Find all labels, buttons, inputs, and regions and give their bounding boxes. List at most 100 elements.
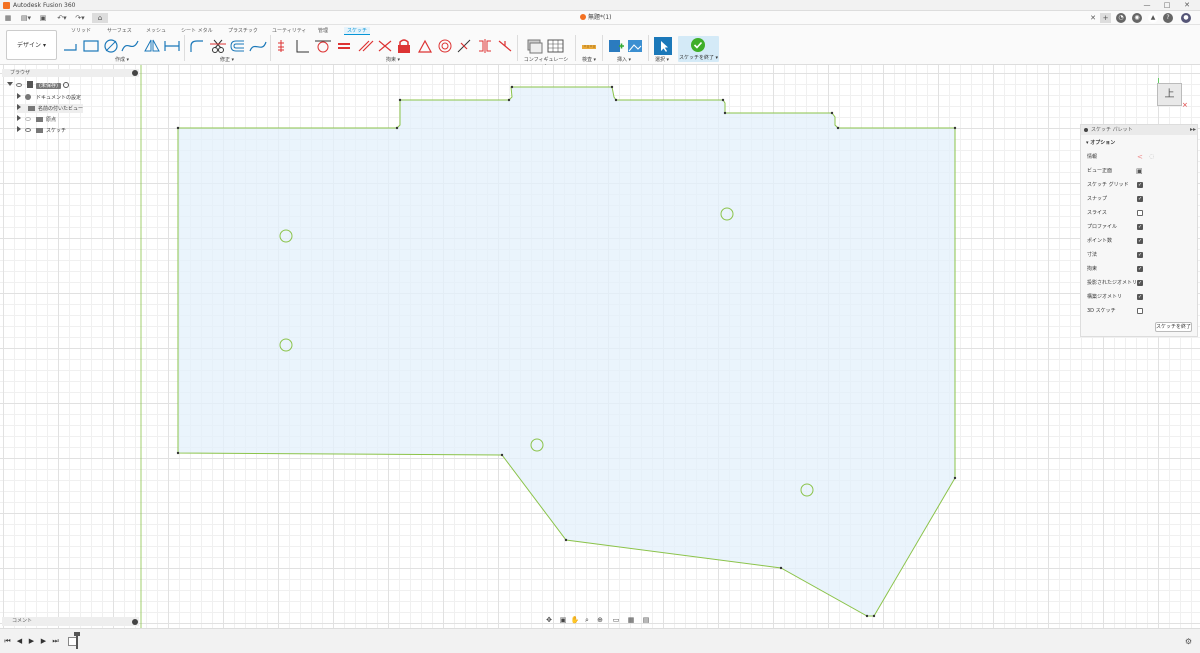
apps-grid-icon[interactable]: ▦ [3,13,13,23]
palette-finish-sketch-button[interactable]: スケッチを終了 [1155,322,1192,332]
coincident-icon[interactable] [278,40,284,52]
3d-sketch-checkbox[interactable] [1137,308,1143,314]
insert-derive-icon[interactable] [609,40,624,52]
visibility-icon[interactable] [25,128,31,132]
redo-icon[interactable]: ↷▾ [72,13,88,23]
sketch-grid-checkbox[interactable]: ✓ [1137,182,1143,188]
concentric-icon[interactable] [438,39,452,53]
dimension-line-icon[interactable] [164,41,180,51]
step-forward-icon[interactable]: ▶ [39,637,48,646]
pan-hand-icon[interactable]: ✋ [570,616,580,625]
expand-icon[interactable] [17,115,21,121]
workspace-switcher[interactable]: デザイン ▾ [6,30,57,60]
info-icon[interactable]: ◌ [1149,152,1154,162]
sketch-point[interactable] [398,98,402,102]
snap-checkbox[interactable]: ✓ [1137,196,1143,202]
rectangle-icon[interactable] [83,40,99,52]
browser-item-document-settings[interactable]: ドキュメントの設定 [17,93,81,102]
tab-utilities[interactable]: ユーティリティ [269,27,309,35]
dimensions-checkbox[interactable]: ✓ [1137,252,1143,258]
sketch-point[interactable] [723,111,727,115]
sketch-point[interactable] [779,566,783,570]
equal-icon[interactable] [338,43,350,49]
tab-surface[interactable]: サーフェス [104,27,135,35]
offset-icon[interactable] [230,40,244,52]
points-checkbox[interactable]: ✓ [1137,238,1143,244]
sketch-point[interactable] [176,126,180,130]
job-status-icon[interactable]: ◔ [1116,13,1126,23]
file-menu-icon[interactable]: ▤▾ [18,13,34,23]
visibility-icon[interactable] [16,83,22,87]
viewports-icon[interactable]: ▤ [641,616,651,625]
step-back-icon[interactable]: ◀ [15,637,24,646]
mirror-icon[interactable] [144,39,160,52]
sketch-point[interactable] [953,476,957,480]
browser-header[interactable]: ブラウザ [2,69,139,77]
play-icon[interactable]: ▶ [27,637,36,646]
projected-geometry-checkbox[interactable]: ✓ [1137,280,1143,286]
minimize-button[interactable]: — [1137,1,1157,10]
construction-geometry-checkbox[interactable]: ✓ [1137,294,1143,300]
undo-icon[interactable]: ↶▾ [54,13,70,23]
sketch-point[interactable] [507,98,511,102]
browser-item-named-views[interactable]: 名前の付いたビュー [17,104,84,113]
sketch-point[interactable] [614,98,618,102]
look-at-icon[interactable]: < [1137,152,1143,162]
sketch-point[interactable] [564,538,568,542]
collinear-icon[interactable] [378,40,392,52]
palette-header[interactable]: スケッチ パレット ▸▸ [1081,125,1197,135]
fillet-icon[interactable] [190,40,203,52]
orbit-icon[interactable]: ✥ [544,616,554,625]
sketch-point[interactable] [610,85,614,89]
close-window-button[interactable]: ✕ [1177,1,1197,10]
tab-sketch[interactable]: スケッチ [344,27,371,35]
trim-icon[interactable] [210,39,226,53]
profile-checkbox[interactable]: ✓ [1137,224,1143,230]
activate-radio-icon[interactable] [62,82,69,88]
expand-icon[interactable] [17,126,21,132]
insert-menu[interactable]: 挿入 ▾ [614,56,634,63]
tab-solid[interactable]: ソリッド [68,27,94,35]
collapse-icon[interactable] [7,82,13,86]
spline-icon[interactable] [121,40,139,52]
close-tab-icon[interactable]: ✕ [1088,13,1098,23]
comments-bar[interactable]: コメント [2,617,139,626]
timeline-settings-gear-icon[interactable]: ⚙ [1184,637,1193,646]
new-tab-icon[interactable]: + [1100,13,1111,23]
fix-lock-icon[interactable] [398,39,410,53]
tab-plastic[interactable]: プラスチック [225,27,261,35]
sketch-point[interactable] [500,453,504,457]
symmetry-icon[interactable] [479,39,491,53]
comments-add-icon[interactable] [132,619,138,625]
sketch-profile[interactable] [177,86,956,617]
sketch-point[interactable] [176,451,180,455]
expand-icon[interactable] [17,93,21,99]
sketch-point[interactable] [395,126,399,130]
tab-manage[interactable]: 管理 [315,27,331,35]
maximize-button[interactable]: □ [1157,1,1177,10]
browser-item-origin[interactable]: 原点 [17,115,56,124]
expand-icon[interactable] [17,104,21,110]
create-menu[interactable]: 作成 ▾ [112,56,132,63]
select-icon[interactable] [654,37,672,55]
horizontal-vertical-icon[interactable] [498,40,512,52]
notifications-icon[interactable]: ▲ [1148,13,1158,23]
help-icon[interactable]: ? [1163,13,1173,23]
options-section[interactable]: ▾ オプション [1086,139,1115,146]
constraints-checkbox[interactable]: ✓ [1137,266,1143,272]
sketch-point[interactable] [510,85,514,89]
go-to-end-icon[interactable]: ⏭ [51,637,60,646]
browser-root[interactable]: (未保存) [7,81,69,90]
line-icon[interactable] [64,44,77,51]
select-menu[interactable]: 選択 ▾ [652,56,672,63]
zoom-icon[interactable]: ⌕ [582,616,592,625]
timeline-marker-handle[interactable] [74,632,80,636]
configurations-icon[interactable] [527,39,543,54]
sketch-geometry[interactable] [0,65,1200,628]
sketch-point[interactable] [872,614,876,618]
parallel-icon[interactable] [358,40,374,52]
fit-zoom-icon[interactable]: ⊕ [595,616,605,625]
grid-snaps-icon[interactable]: ▦ [626,616,636,625]
inspect-menu[interactable]: 検査 ▾ [580,56,598,63]
visibility-icon[interactable] [25,117,31,121]
